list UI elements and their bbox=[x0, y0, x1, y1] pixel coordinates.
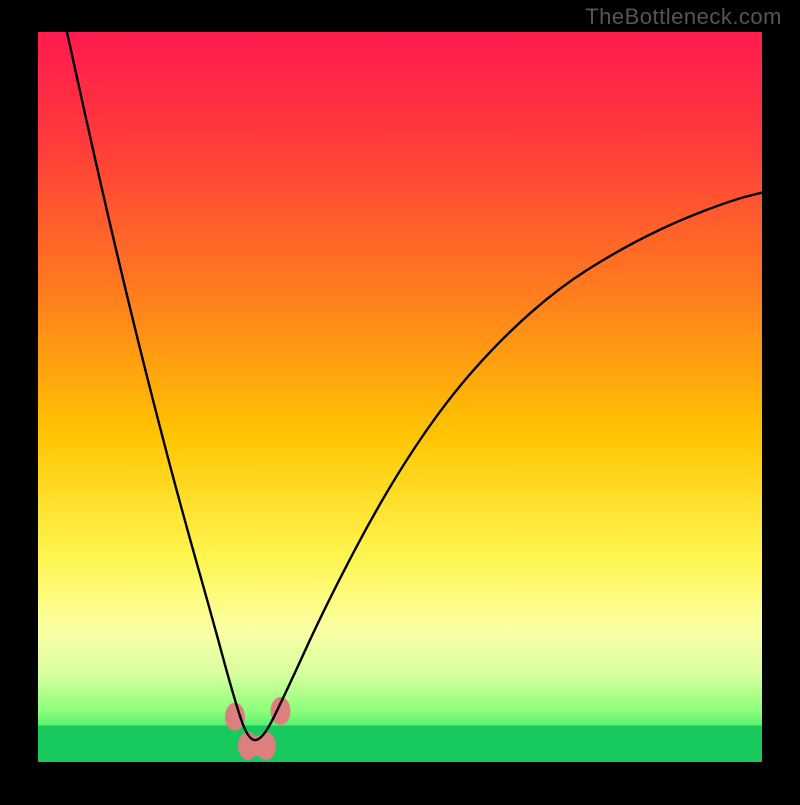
app-frame: TheBottleneck.com bbox=[0, 0, 800, 800]
gradient-background bbox=[38, 32, 762, 762]
green-floor-band bbox=[38, 726, 762, 763]
pink-blob-left bbox=[225, 703, 245, 731]
pink-blob-floor-2 bbox=[256, 732, 276, 760]
bottleneck-plot bbox=[0, 0, 800, 800]
watermark-text: TheBottleneck.com bbox=[585, 4, 782, 30]
